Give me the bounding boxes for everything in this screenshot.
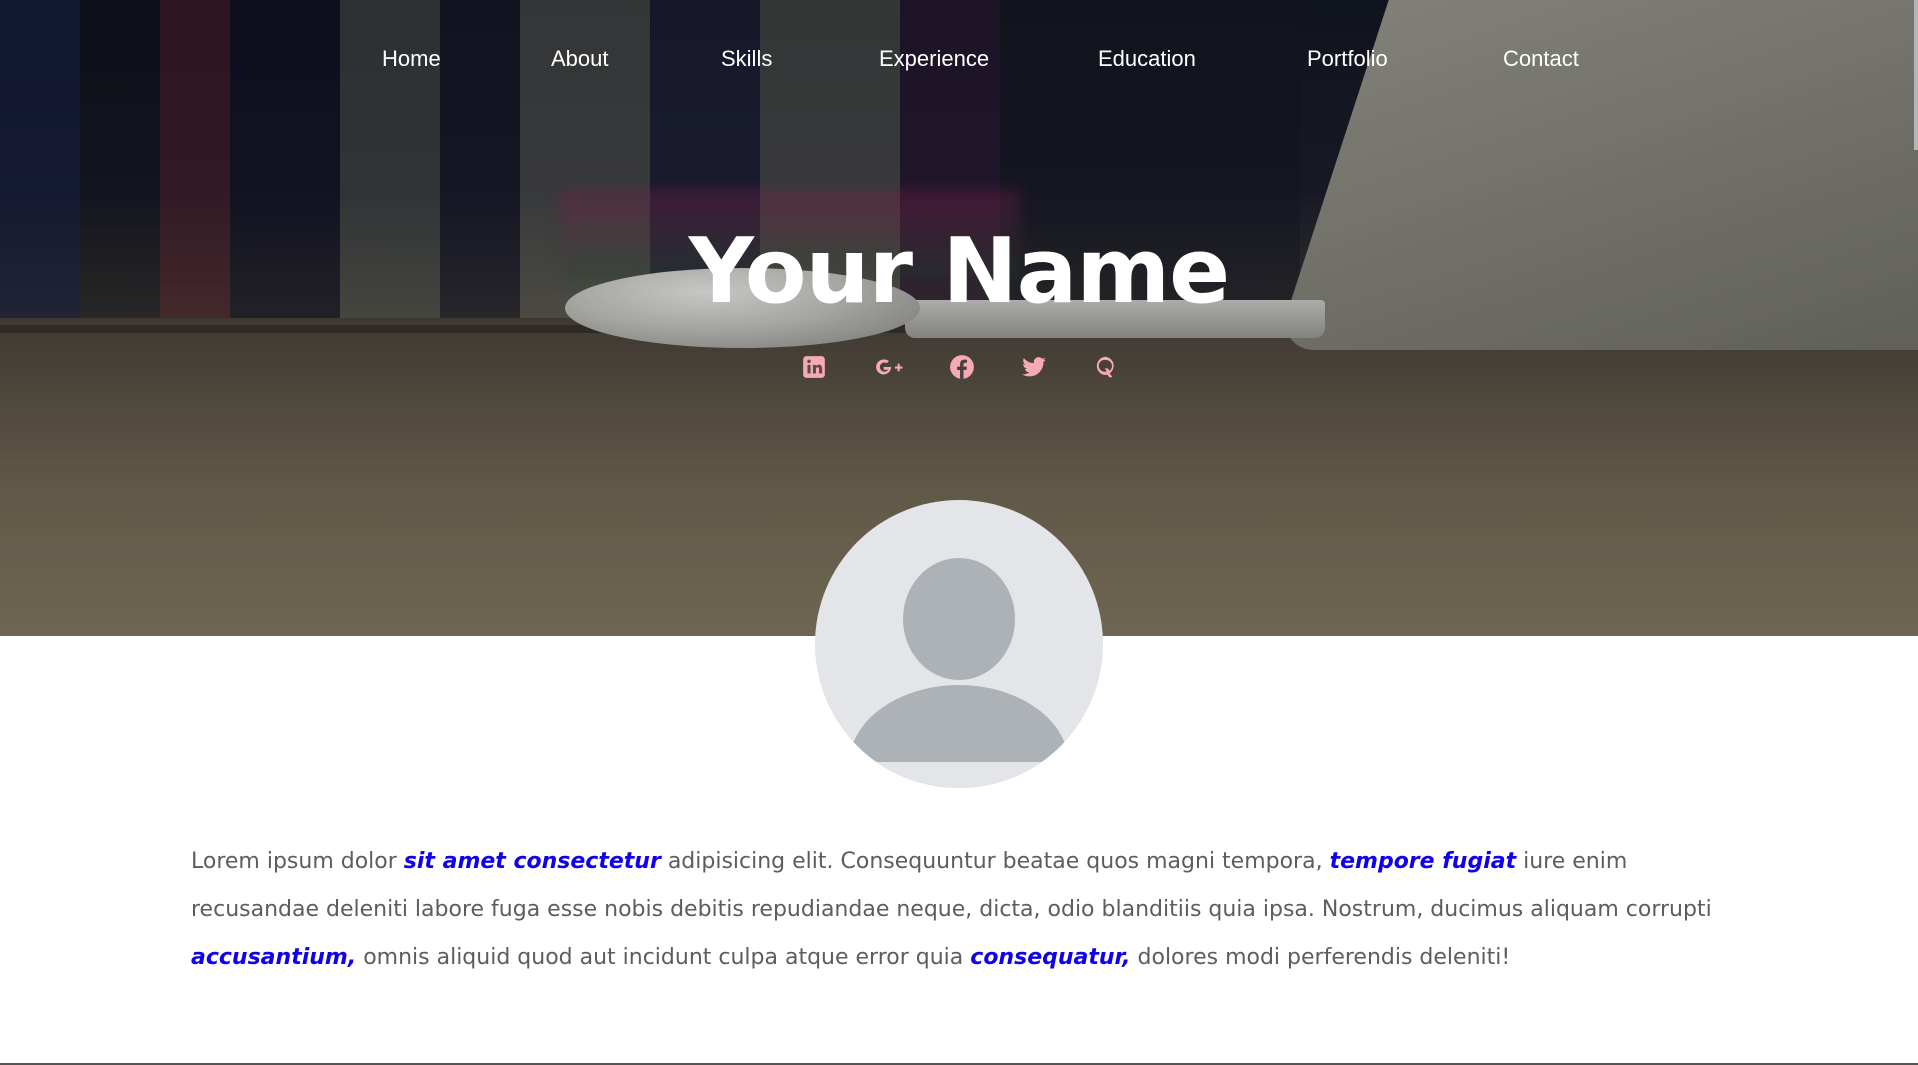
about-highlight: sit amet consectetur <box>403 849 661 874</box>
google-plus-icon[interactable] <box>874 354 903 380</box>
about-text-part: adipisicing elit. Consequuntur beatae qu… <box>660 849 1330 874</box>
nav-education[interactable]: Education <box>1098 46 1196 72</box>
about-highlight: tempore fugiat <box>1329 849 1517 874</box>
about-text-part: omnis aliquid quod aut incidunt culpa at… <box>356 945 971 970</box>
about-text-part: Lorem ipsum dolor <box>191 849 404 874</box>
avatar-placeholder-base <box>815 762 1103 788</box>
nav-about[interactable]: About <box>551 46 609 72</box>
linkedin-icon[interactable] <box>801 354 827 380</box>
avatar <box>815 500 1103 788</box>
scrollbar-thumb[interactable] <box>1914 0 1918 150</box>
avatar-placeholder-head <box>903 558 1015 680</box>
about-text-part: dolores modi perferendis deleniti! <box>1130 945 1511 970</box>
social-links <box>0 352 1918 384</box>
twitter-icon[interactable] <box>1021 354 1047 380</box>
nav-contact[interactable]: Contact <box>1503 46 1579 72</box>
nav-home[interactable]: Home <box>382 46 441 72</box>
nav-skills[interactable]: Skills <box>721 46 772 72</box>
about-text: Lorem ipsum dolor sit amet consectetur a… <box>191 838 1731 982</box>
about-highlight: consequatur, <box>970 945 1131 970</box>
main-nav: Home About Skills Experience Education P… <box>0 38 1918 83</box>
hero-name-title: Your Name <box>688 219 1230 324</box>
facebook-icon[interactable] <box>949 354 975 380</box>
nav-portfolio[interactable]: Portfolio <box>1307 46 1388 72</box>
about-highlight: accusantium, <box>191 945 357 970</box>
nav-experience[interactable]: Experience <box>879 46 989 72</box>
quora-icon[interactable] <box>1093 354 1119 380</box>
